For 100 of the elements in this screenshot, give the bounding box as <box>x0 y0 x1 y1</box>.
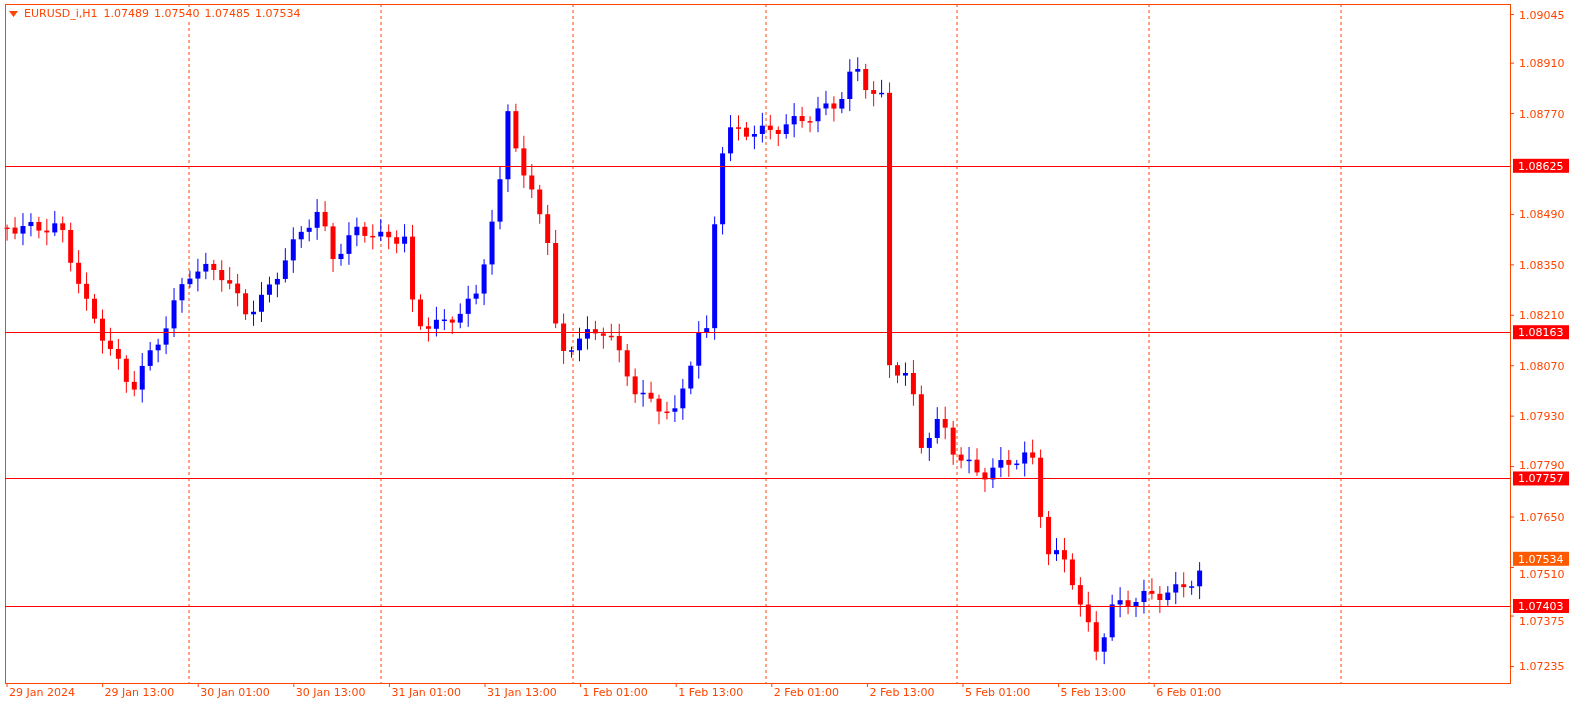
candlestick <box>1077 576 1083 618</box>
price-axis-label: 1.07235 <box>1519 660 1565 674</box>
horizontal-line[interactable] <box>4 606 1511 607</box>
candlestick <box>672 394 678 423</box>
candlestick <box>616 323 622 363</box>
candlestick <box>386 223 392 250</box>
candlestick <box>378 218 384 242</box>
candlestick <box>990 457 996 489</box>
candlestick <box>497 166 503 230</box>
time-axis-label: 29 Jan 2024 <box>9 686 75 699</box>
candlestick <box>640 379 646 408</box>
candlestick <box>974 447 980 477</box>
candlestick <box>107 327 113 357</box>
candlestick <box>831 95 837 123</box>
dropdown-icon[interactable] <box>9 10 18 17</box>
time-axis-label: 30 Jan 01:00 <box>200 686 270 699</box>
candlestick <box>314 198 320 241</box>
candlestick <box>115 338 121 371</box>
price-value: 1.07540 <box>154 7 200 20</box>
candlestick <box>36 216 42 239</box>
candlestick <box>171 287 177 338</box>
time-axis-label: 1 Feb 13:00 <box>678 686 744 699</box>
candlestick <box>1061 537 1067 573</box>
horizontal-line[interactable] <box>4 478 1511 479</box>
candlestick <box>728 114 734 162</box>
candlestick <box>513 103 519 153</box>
horizontal-line[interactable] <box>4 166 1511 167</box>
candlestick <box>92 293 98 324</box>
candlestick <box>346 221 352 266</box>
candlestick <box>179 277 185 314</box>
price-axis-label: 1.08490 <box>1519 208 1565 222</box>
time-axis-label: 2 Feb 13:00 <box>869 686 935 699</box>
candlestick <box>696 320 702 380</box>
candlestick <box>402 223 408 253</box>
candlestick <box>84 271 90 312</box>
candlestick <box>266 276 272 303</box>
candlestick <box>1133 597 1139 618</box>
candlestick <box>799 106 805 129</box>
candlestick <box>68 222 74 272</box>
candlestick <box>1181 571 1187 598</box>
candlestick <box>966 446 972 474</box>
candlestick <box>298 225 304 249</box>
candlestick <box>910 359 916 407</box>
candlestick <box>203 252 209 280</box>
price-axis-label: 1.08910 <box>1519 57 1565 71</box>
candlestick <box>195 258 201 292</box>
candlestick <box>290 226 296 274</box>
price-axis-label: 1.07375 <box>1519 615 1565 628</box>
candlestick <box>441 308 447 331</box>
candlestick <box>736 114 741 141</box>
candlestick <box>934 406 940 445</box>
candlestick <box>942 406 948 440</box>
time-axis-label: 31 Jan 13:00 <box>487 686 557 699</box>
candlestick <box>354 217 360 247</box>
candlestick <box>1022 441 1028 477</box>
candlestick <box>60 216 66 243</box>
price-axis-label: 1.09045 <box>1519 8 1565 22</box>
candlestick <box>155 338 161 363</box>
candlestick <box>394 229 400 254</box>
horizontal-line[interactable] <box>4 332 1511 333</box>
price-axis-label: 1.08770 <box>1519 107 1565 121</box>
candlestick <box>521 135 527 189</box>
candlestick <box>815 96 821 133</box>
candlestick <box>608 323 614 342</box>
candlestick <box>139 352 145 403</box>
candlestick <box>227 266 233 290</box>
candlestick <box>473 284 479 305</box>
candlestick <box>863 63 869 100</box>
candlestick <box>688 361 694 395</box>
candlestick <box>656 394 662 425</box>
candlestick <box>1093 610 1099 661</box>
candlestick <box>569 346 575 359</box>
candlestick <box>561 313 567 365</box>
candlestick <box>529 163 535 199</box>
candlestick <box>767 114 773 140</box>
time-axis-label: 30 Jan 13:00 <box>295 686 366 699</box>
candlestick <box>481 258 487 306</box>
time-axis-label: 5 Feb 01:00 <box>965 686 1031 699</box>
candlestick <box>338 243 344 267</box>
candlestick <box>370 223 376 250</box>
candlestick <box>274 272 280 298</box>
candlestick <box>219 259 225 293</box>
level-price-tag: 1.08163 <box>1513 325 1569 340</box>
candlestick <box>425 316 431 343</box>
candlestick <box>4 224 10 242</box>
price-axis-label: 1.08210 <box>1519 309 1565 323</box>
candlestick <box>28 212 34 237</box>
time-axis-label: 1 Feb 01:00 <box>582 686 648 699</box>
candlestick <box>918 385 924 455</box>
price-axis-label: 1.07930 <box>1519 410 1565 424</box>
candlestick <box>123 354 129 394</box>
candlestick <box>418 293 423 331</box>
candlestick <box>211 259 217 281</box>
price-axis-label: 1.07650 <box>1519 511 1565 524</box>
candlestick <box>1109 594 1115 642</box>
price-axis-label: 1.08350 <box>1519 258 1565 272</box>
candlestick <box>322 200 328 232</box>
candlestick <box>592 320 598 341</box>
candlestick <box>982 467 988 493</box>
candlestick <box>235 273 241 307</box>
